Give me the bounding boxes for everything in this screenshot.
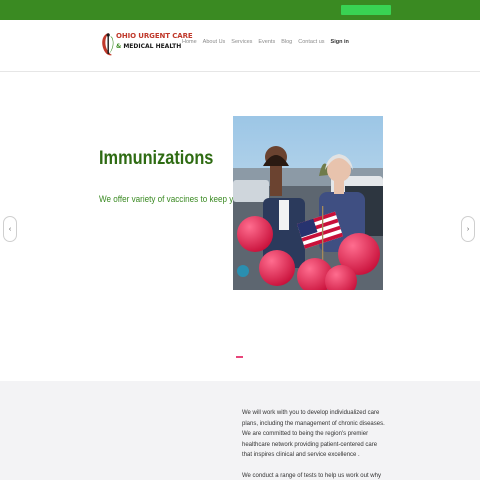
caduceus-swoosh-icon [102, 33, 114, 56]
nav-services[interactable]: Services [231, 39, 252, 45]
chevron-right-icon: › [466, 225, 470, 233]
nav-about-us[interactable]: About Us [203, 39, 226, 45]
site-logo[interactable]: OHIO URGENT CARE & MEDICAL HEALTH [100, 30, 193, 58]
site-header: OHIO URGENT CARE & MEDICAL HEALTH Home A… [0, 20, 480, 72]
top-bar [0, 0, 480, 20]
hero-title: Immunizations [99, 148, 214, 169]
slider-prev-button[interactable]: ‹ [3, 216, 17, 242]
nav-events[interactable]: Events [258, 39, 275, 45]
logo-line-2-text: MEDICAL HEALTH [121, 43, 182, 50]
hero-slider: Immunizations We offer variety of vaccin… [0, 73, 480, 381]
nav-sign-in[interactable]: Sign in [331, 39, 349, 45]
about-section: We will work with you to develop individ… [0, 381, 480, 480]
about-paragraph-2: We conduct a range of tests to help us w… [242, 473, 381, 480]
nav-blog[interactable]: Blog [281, 39, 292, 45]
about-paragraph-1: We will work with you to develop individ… [242, 410, 385, 459]
hero-image [233, 116, 383, 290]
logo-line-2: & MEDICAL HEALTH [116, 43, 181, 50]
nav-contact-us[interactable]: Contact us [298, 39, 324, 45]
slider-next-button[interactable]: › [461, 216, 475, 242]
chevron-left-icon: ‹ [8, 225, 12, 233]
main-nav: Home About Us Services Events Blog Conta… [182, 39, 349, 45]
about-text: We will work with you to develop individ… [242, 408, 387, 480]
top-bar-button[interactable] [341, 5, 391, 15]
nav-home[interactable]: Home [182, 39, 197, 45]
slide-indicator[interactable] [236, 356, 243, 358]
